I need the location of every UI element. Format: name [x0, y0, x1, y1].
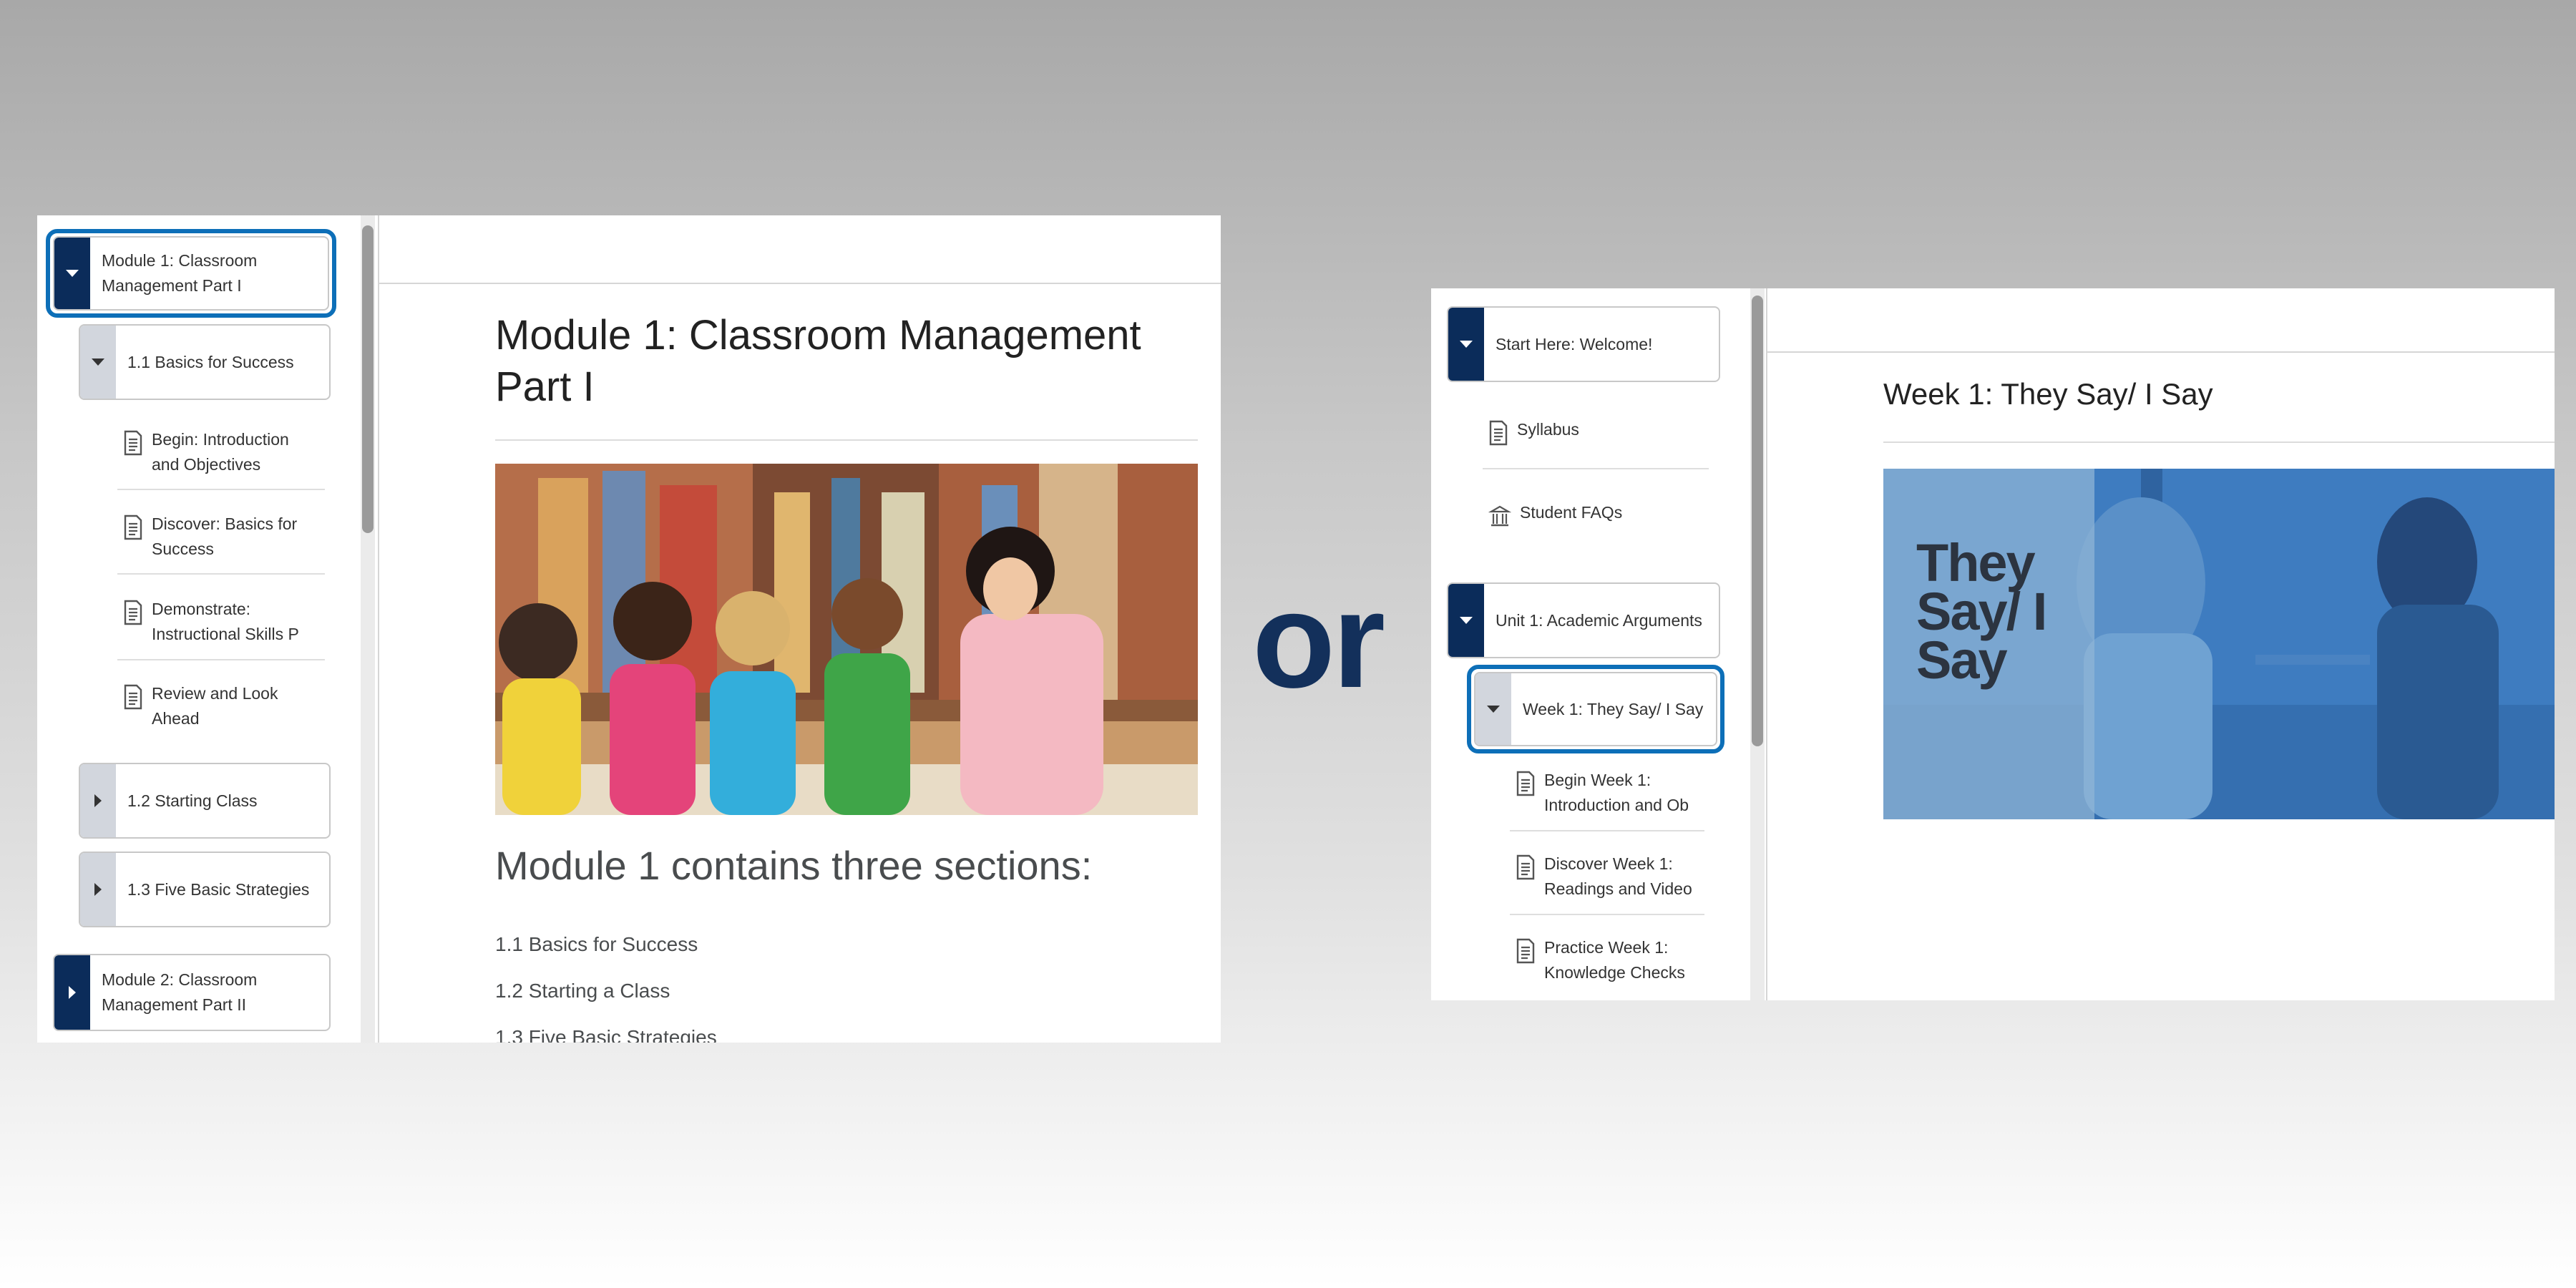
topic-discover[interactable]: Discover: Basics for Success: [123, 512, 352, 562]
page-icon: [1516, 938, 1535, 964]
student-faqs-item[interactable]: Student FAQs: [1488, 500, 1717, 529]
topic-begin-week-1-label: Begin Week 1: Introduction and Ob: [1544, 771, 1689, 814]
topic-practice-week-1[interactable]: Practice Week 1: Knowledge Checks: [1516, 935, 1723, 985]
caret-down-icon: [92, 358, 104, 366]
caret-down-icon: [1460, 617, 1473, 624]
topic-begin[interactable]: Begin: Introduction and Objectives: [123, 427, 352, 477]
sections-heading: Module 1 contains three sections:: [495, 843, 1093, 888]
topic-discover-week-1-label: Discover Week 1: Readings and Video: [1544, 854, 1692, 898]
topic-review-label: Review and Look Ahead: [152, 684, 278, 728]
section-1-2-item[interactable]: 1.2 Starting Class: [79, 763, 331, 839]
section-1-2-label: 1.2 Starting Class: [127, 791, 258, 810]
content-topbar: [379, 215, 1221, 284]
title-rule: [495, 439, 1198, 441]
page-icon: [1516, 771, 1535, 796]
week-1-toggle[interactable]: [1475, 673, 1511, 745]
caret-down-icon: [66, 270, 79, 277]
unit-1-toggle[interactable]: [1448, 584, 1484, 657]
start-here-label: Start Here: Welcome!: [1496, 334, 1653, 353]
they-say-banner: They Say/ I Say: [1883, 469, 2555, 819]
banner-title: They Say/ I Say: [1916, 533, 2047, 690]
page-icon: [1516, 854, 1535, 880]
start-here-item[interactable]: Start Here: Welcome!: [1447, 306, 1720, 382]
page-icon: [124, 684, 142, 710]
divider: [1510, 830, 1704, 831]
nav-scrollbar-thumb[interactable]: [1752, 296, 1763, 746]
caret-down-icon: [1460, 341, 1473, 348]
section-list-item: 1.2 Starting a Class: [495, 980, 670, 1002]
left-screenshot: Module 1: Classroom Management Part I 1.…: [37, 215, 1221, 1043]
caret-right-icon: [94, 883, 102, 896]
content-topbar: [1767, 288, 2555, 353]
page-icon: [124, 430, 142, 456]
topic-begin-label: Begin: Introduction and Objectives: [152, 430, 289, 474]
topic-practice-week-1-label: Practice Week 1: Knowledge Checks: [1544, 938, 1685, 982]
module-1-toggle[interactable]: [54, 238, 90, 309]
divider: [1483, 468, 1709, 469]
divider: [117, 659, 325, 660]
section-1-1-toggle[interactable]: [80, 326, 116, 399]
divider: [117, 489, 325, 490]
classroom-photo: [495, 464, 1198, 815]
divider: [117, 573, 325, 575]
page-icon: [124, 600, 142, 625]
right-content-area: Week 1: They Say/ I Say They Say/ I Say: [1767, 353, 2555, 1000]
unit-1-item[interactable]: Unit 1: Academic Arguments: [1447, 582, 1720, 658]
right-screenshot: Start Here: Welcome! Syllabus Student FA…: [1431, 288, 2555, 1000]
week-1-item[interactable]: Week 1: They Say/ I Say: [1474, 672, 1717, 746]
nav-scrollbar[interactable]: [1750, 288, 1765, 1000]
topic-discover-label: Discover: Basics for Success: [152, 514, 298, 558]
nav-scrollbar[interactable]: [361, 215, 375, 1043]
module-2-label: Module 2: Classroom Management Part II: [102, 970, 258, 1014]
section-1-3-label: 1.3 Five Basic Strategies: [127, 879, 310, 899]
student-faqs-label: Student FAQs: [1520, 503, 1623, 522]
section-1-1-label: 1.1 Basics for Success: [127, 352, 294, 371]
nav-scrollbar-thumb[interactable]: [362, 225, 374, 533]
syllabus-item[interactable]: Syllabus: [1488, 417, 1717, 446]
unit-1-label: Unit 1: Academic Arguments: [1496, 610, 1702, 630]
divider: [1510, 914, 1704, 915]
section-1-3-item[interactable]: 1.3 Five Basic Strategies: [79, 852, 331, 927]
caret-right-icon: [94, 794, 102, 807]
caret-down-icon: [1487, 706, 1500, 713]
section-1-3-toggle[interactable]: [80, 853, 116, 926]
page-title: Module 1: Classroom Management Part I: [495, 312, 1141, 410]
section-list-item: 1.3 Five Basic Strategies: [495, 1026, 717, 1043]
or-text: or: [1252, 565, 1385, 716]
section-1-1-item[interactable]: 1.1 Basics for Success: [79, 324, 331, 400]
institution-icon: [1488, 505, 1511, 527]
start-here-toggle[interactable]: [1448, 308, 1484, 381]
left-course-nav: Module 1: Classroom Management Part I 1.…: [37, 215, 361, 1043]
title-rule: [1883, 441, 2555, 443]
page-icon: [1489, 420, 1508, 446]
module-1-item[interactable]: Module 1: Classroom Management Part I: [53, 236, 329, 311]
module-2-toggle[interactable]: [54, 955, 90, 1030]
topic-demonstrate-label: Demonstrate: Instructional Skills P: [152, 600, 299, 643]
topic-review[interactable]: Review and Look Ahead: [123, 681, 352, 731]
section-list-item: 1.1 Basics for Success: [495, 933, 698, 955]
module-2-item[interactable]: Module 2: Classroom Management Part II: [53, 954, 331, 1031]
section-1-2-toggle[interactable]: [80, 764, 116, 837]
right-course-nav: Start Here: Welcome! Syllabus Student FA…: [1431, 288, 1750, 1000]
topic-begin-week-1[interactable]: Begin Week 1: Introduction and Ob: [1516, 768, 1723, 818]
left-content-area: Module 1: Classroom Management Part I Mo…: [379, 284, 1221, 1043]
caret-right-icon: [69, 986, 76, 999]
week-1-label: Week 1: They Say/ I Say: [1523, 699, 1704, 718]
topic-discover-week-1[interactable]: Discover Week 1: Readings and Video: [1516, 852, 1723, 902]
module-1-label: Module 1: Classroom Management Part I: [102, 251, 258, 295]
syllabus-label: Syllabus: [1517, 420, 1579, 439]
page-title: Week 1: They Say/ I Say: [1883, 377, 2213, 411]
topic-demonstrate[interactable]: Demonstrate: Instructional Skills P: [123, 597, 352, 647]
page-icon: [124, 514, 142, 540]
